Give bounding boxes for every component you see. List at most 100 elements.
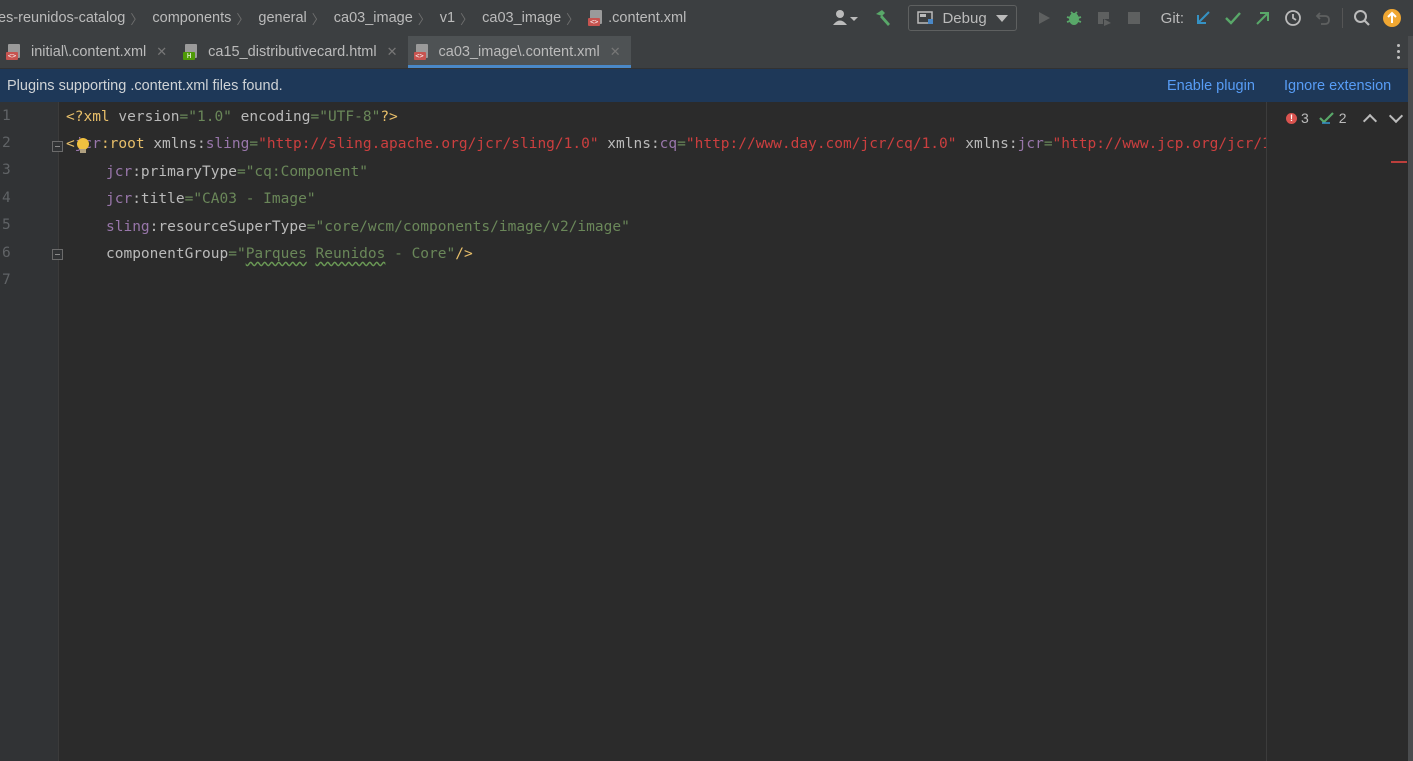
breadcrumb-item[interactable]: ca03_image [332, 10, 415, 26]
code-token: jcr [106, 164, 133, 180]
ignore-extension-link[interactable]: Ignore extension [1284, 78, 1391, 94]
code-token: ?> [380, 109, 398, 125]
git-push-icon[interactable] [1250, 5, 1276, 31]
search-icon[interactable] [1349, 5, 1375, 31]
code-token: cq [659, 136, 678, 152]
line-number: 4 [2, 190, 11, 206]
code-line-2: <jcr:root xmlns:sling="http://sling.apac… [66, 131, 1266, 158]
code-line-5: sling:resourceSuperType="core/wcm/compon… [106, 214, 630, 241]
run-icon[interactable] [1031, 5, 1057, 31]
tab-label: ca15_distributivecard.html [208, 44, 377, 60]
check-icon [1319, 112, 1334, 124]
breadcrumb-separator-icon: 〉 [417, 11, 431, 27]
next-highlight-icon[interactable] [1388, 108, 1403, 124]
code-token: componentGroup [106, 246, 229, 262]
intention-bulb-icon[interactable] [77, 138, 89, 153]
line-number: 1 [2, 108, 11, 124]
code-token: = [249, 136, 259, 152]
enable-plugin-link[interactable]: Enable plugin [1167, 78, 1255, 94]
banner-message: Plugins supporting .content.xml files fo… [7, 77, 283, 94]
chevron-down-icon [995, 14, 1008, 22]
breadcrumb-item[interactable]: components [150, 10, 233, 26]
close-icon[interactable]: ✕ [156, 44, 167, 60]
more-options-icon[interactable] [1397, 44, 1401, 60]
spelling-warning-token[interactable]: Parques [246, 246, 307, 262]
navigation-bar: es-reunidos-catalog 〉 components 〉 gener… [0, 0, 1413, 36]
configuration-icon [917, 11, 934, 24]
breadcrumb-separator-icon: 〉 [460, 11, 474, 27]
breadcrumb-separator-icon: 〉 [311, 11, 325, 27]
breadcrumb-file-label: .content.xml [608, 10, 687, 26]
git-commit-icon[interactable] [1220, 5, 1246, 31]
code-token: xml [83, 109, 110, 125]
debug-icon[interactable] [1061, 5, 1087, 31]
right-margin-guide [1266, 102, 1267, 761]
code-token: = [310, 109, 320, 125]
breadcrumb-item[interactable]: v1 [438, 10, 457, 26]
code-token: xmlns: [144, 136, 206, 152]
code-token: xmlns: [956, 136, 1018, 152]
git-label: Git: [1160, 9, 1184, 27]
code-token: "1.0" [188, 109, 232, 125]
breadcrumb-item[interactable]: ca03_image [480, 10, 563, 26]
inspections-widget[interactable]: ! 3 2 [1286, 108, 1409, 128]
coverage-icon[interactable] [1091, 5, 1117, 31]
run-configuration-select[interactable]: Debug [908, 5, 1017, 31]
build-hammer-icon[interactable] [870, 5, 896, 31]
breadcrumb-item[interactable]: es-reunidos-catalog [0, 10, 127, 26]
code-token: sling [205, 136, 250, 152]
line-number: 2 [2, 135, 11, 151]
close-icon[interactable]: ✕ [387, 44, 398, 60]
right-scrollbar[interactable] [1408, 36, 1413, 761]
code-line-1: <?xml version="1.0" encoding="UTF-8"?> [66, 104, 398, 131]
rollback-icon[interactable] [1310, 5, 1336, 31]
code-token: = [179, 109, 189, 125]
user-icon[interactable] [832, 5, 859, 31]
code-editor[interactable]: <?xml version="1.0" encoding="UTF-8"?> <… [66, 102, 1266, 761]
code-token: "http://www.jcp.org/jcr/1.0" [1052, 136, 1266, 152]
code-token: "core/wcm/components/image/v2/image" [315, 219, 630, 235]
breadcrumb: es-reunidos-catalog 〉 components 〉 gener… [0, 0, 688, 36]
code-token: <? [66, 109, 84, 125]
code-token: "http://www.day.com/jcr/cq/1.0" [685, 136, 957, 152]
error-icon: ! [1286, 112, 1297, 124]
code-token: = [228, 246, 237, 262]
line-number: 6 [2, 245, 11, 261]
previous-highlight-icon[interactable] [1362, 113, 1377, 128]
code-token: encoding [231, 109, 311, 125]
breadcrumb-item-file[interactable]: <> .content.xml [586, 10, 688, 26]
code-token: "UTF-8" [319, 109, 381, 125]
code-token: = [677, 136, 686, 152]
update-available-icon[interactable] [1379, 5, 1405, 31]
error-stripe-marker[interactable] [1391, 161, 1407, 163]
code-token: xmlns: [598, 136, 660, 152]
code-token: :primaryType [132, 164, 237, 180]
tab-ca15-distributivecard[interactable]: H ca15_distributivecard.html ✕ [177, 36, 407, 68]
tab-initial-content-xml[interactable]: <> initial\.content.xml ✕ [0, 36, 177, 68]
line-number: 7 [2, 272, 11, 288]
fold-collapse-icon[interactable] [52, 141, 63, 152]
spelling-warning-token[interactable]: Reunidos [316, 246, 386, 262]
line-number: 3 [2, 162, 11, 178]
stop-icon[interactable] [1121, 5, 1147, 31]
html-file-icon: H [183, 44, 199, 60]
code-line-6: componentGroup="Parques Reunidos - Core"… [106, 241, 473, 268]
git-update-icon[interactable] [1190, 5, 1216, 31]
breadcrumb-separator-icon: 〉 [566, 11, 580, 27]
editor-gutter[interactable]: 1 2 3 4 5 6 7 [0, 102, 63, 761]
code-token: jcr [106, 191, 133, 207]
breadcrumb-separator-icon: 〉 [236, 11, 250, 27]
close-icon[interactable]: ✕ [610, 44, 621, 60]
fold-end-icon[interactable] [52, 249, 63, 260]
code-token: /> [455, 246, 473, 262]
tab-ca03-image-content-xml[interactable]: <> ca03_image\.content.xml ✕ [407, 36, 631, 68]
breadcrumb-item[interactable]: general [256, 10, 308, 26]
code-token: = [1043, 136, 1053, 152]
code-line-4: jcr:title="CA03 - Image" [106, 186, 316, 213]
history-icon[interactable] [1280, 5, 1306, 31]
code-token: :root [100, 136, 145, 152]
xml-file-icon: <> [6, 44, 22, 60]
code-token: - Core" [385, 246, 456, 262]
xml-file-icon: <> [413, 44, 430, 60]
